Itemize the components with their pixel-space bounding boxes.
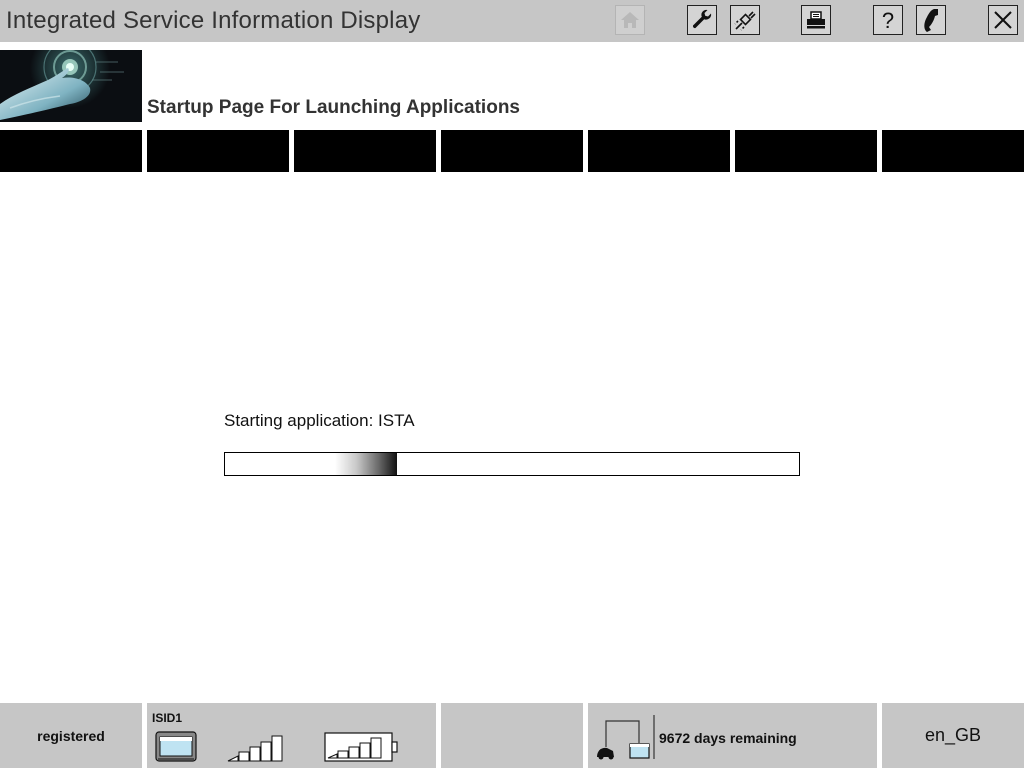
nav-tab-1[interactable] (0, 130, 142, 172)
license-status-panel: 9672 days remaining (588, 703, 877, 768)
signal-strength-icon (227, 735, 283, 762)
registration-status: registered (37, 727, 105, 744)
progress-indicator (335, 453, 398, 475)
connection-button[interactable] (730, 5, 760, 35)
printer-icon (807, 11, 825, 29)
nav-tab-6[interactable] (735, 130, 877, 172)
nav-tab-7[interactable] (882, 130, 1024, 172)
progress-bar (224, 452, 800, 476)
app-title: Integrated Service Information Display (6, 7, 421, 34)
language-code: en_GB (924, 725, 982, 745)
nav-tab-3[interactable] (294, 130, 436, 172)
help-button[interactable]: ? (873, 5, 903, 35)
nav-tab-4[interactable] (441, 130, 583, 172)
registration-status-panel: registered (0, 703, 142, 768)
device-status-panel[interactable]: ISID1 (147, 703, 436, 768)
brand-logo-image (0, 50, 142, 122)
phone-icon (924, 9, 938, 32)
status-message: Starting application: ISTA (224, 411, 415, 430)
workshop-connection-icon (597, 715, 655, 760)
wrench-icon (692, 9, 712, 29)
close-button[interactable] (988, 5, 1018, 35)
battery-icon (324, 732, 398, 762)
nav-tab-5[interactable] (588, 130, 730, 172)
title-bar: Integrated Service Information Display ? (0, 0, 1024, 42)
empty-status-panel (441, 703, 583, 768)
home-icon (621, 12, 639, 28)
help-icon: ? (882, 8, 894, 32)
touch-hand-icon (0, 50, 142, 122)
close-icon (994, 11, 1012, 29)
tablet-icon (155, 731, 197, 762)
svg-text:?: ? (882, 8, 894, 32)
license-days-remaining: 9672 days remaining (659, 730, 797, 746)
plug-icon (734, 11, 756, 31)
device-name: ISID1 (152, 711, 183, 725)
page-subtitle: Startup Page For Launching Applications (147, 97, 520, 118)
print-button[interactable] (801, 5, 831, 35)
settings-button[interactable] (687, 5, 717, 35)
home-button[interactable] (615, 5, 645, 35)
language-panel[interactable]: en_GB (882, 703, 1024, 768)
nav-tab-2[interactable] (147, 130, 289, 172)
phone-button[interactable] (916, 5, 946, 35)
